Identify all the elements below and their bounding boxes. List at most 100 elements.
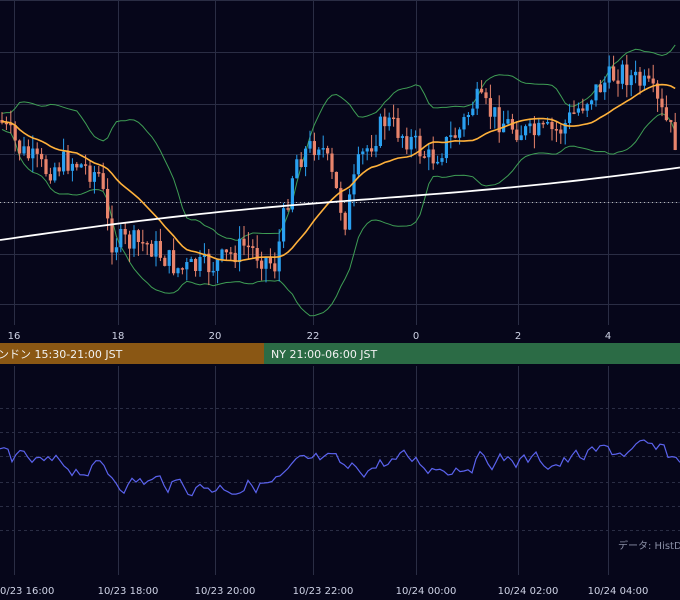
candle-body <box>638 71 642 86</box>
candle-body <box>35 148 39 154</box>
candle-body <box>343 212 347 230</box>
indicator-line <box>0 439 680 497</box>
candle-body <box>295 159 299 179</box>
indicator-x-tick-label: 10/23 20:00 <box>195 586 256 597</box>
candle-body <box>238 238 242 263</box>
candle-body <box>422 156 426 158</box>
candle-body <box>581 108 585 111</box>
candle-body <box>480 88 484 93</box>
candle-body <box>444 136 448 159</box>
indicator-grid <box>0 366 680 575</box>
candle-body <box>229 252 233 254</box>
candle-body <box>13 125 17 141</box>
candle-body <box>634 71 638 76</box>
indicator-x-tick-label: 10/23 22:00 <box>293 586 354 597</box>
candle-body <box>198 256 202 271</box>
candle-body <box>365 148 369 152</box>
candle-body <box>405 136 409 150</box>
candle-body <box>84 164 88 166</box>
candle-body <box>515 129 519 141</box>
candle-body <box>334 171 338 189</box>
candle-body <box>427 149 431 158</box>
candle-body <box>378 116 382 146</box>
candle-body <box>123 228 127 235</box>
candle-body <box>150 243 154 257</box>
candle-body <box>66 151 70 171</box>
candle-body <box>70 163 74 171</box>
candle-body <box>57 167 61 172</box>
candle-body <box>286 208 290 210</box>
candle-body <box>594 84 598 101</box>
candle-body <box>326 148 330 154</box>
candle-body <box>361 151 365 155</box>
chart-canvas: 16 18 20 22 0 2 4 ンドン 15:30-21:00 JST NY 21:00… <box>0 0 680 597</box>
candle-body <box>154 241 158 257</box>
candle-body <box>304 148 308 167</box>
indicator-x-tick-label: 10/24 00:00 <box>396 586 457 597</box>
x-tick-label: 0 <box>413 331 419 342</box>
candle-body <box>568 112 572 124</box>
candle-body <box>647 75 651 79</box>
candle-body <box>48 174 52 181</box>
candle-body <box>620 64 624 84</box>
candle-body <box>440 158 444 162</box>
candle-body <box>642 75 646 86</box>
candle-body <box>180 268 184 270</box>
candle-body <box>251 246 255 249</box>
candle-body <box>664 107 668 121</box>
price-grid <box>0 0 680 325</box>
candle-body <box>453 135 457 138</box>
price-x-axis: 16 18 20 22 0 2 4 <box>8 331 612 342</box>
candle-body <box>246 245 250 248</box>
candle-body <box>607 66 611 83</box>
candle-body <box>392 117 396 120</box>
candle-body <box>524 126 528 136</box>
candle-body <box>519 135 523 141</box>
candle-body <box>53 167 57 181</box>
indicator-x-tick-label: 10/24 04:00 <box>588 586 649 597</box>
candle-body <box>189 258 193 263</box>
candle-body <box>260 260 264 269</box>
x-tick-label: 4 <box>605 331 611 342</box>
candle-body <box>546 121 550 124</box>
candle-body <box>299 159 303 167</box>
candle-body <box>356 154 360 175</box>
candle-body <box>158 241 162 258</box>
candle-body <box>167 250 171 266</box>
candle-body <box>282 208 286 242</box>
candle-body <box>141 242 145 244</box>
candle-body <box>216 259 220 271</box>
indicator-x-tick-label: 10/23 18:00 <box>98 586 159 597</box>
candle-body <box>629 75 633 86</box>
candle-body <box>458 129 462 138</box>
candle-body <box>475 88 479 109</box>
candle-body <box>224 249 228 253</box>
candle-body <box>114 247 118 253</box>
candle-body <box>554 129 558 131</box>
candle-body <box>673 122 677 150</box>
candle-body <box>669 120 673 123</box>
candle-body <box>26 146 30 159</box>
candle-body <box>18 140 22 154</box>
candle-body <box>136 230 140 243</box>
candle-body <box>62 151 66 172</box>
candlesticks <box>0 54 677 286</box>
indicator-x-tick-label: 10/24 02:00 <box>498 586 559 597</box>
candle-body <box>651 78 655 84</box>
candle-body <box>370 148 374 152</box>
candle-body <box>484 92 488 99</box>
candle-body <box>537 122 541 136</box>
candle-body <box>185 262 189 270</box>
candle-body <box>317 149 321 156</box>
candle-body <box>242 238 246 246</box>
candle-body <box>220 249 224 260</box>
candle-body <box>616 80 620 84</box>
indicator-x-tick-label: 10/23 16:00 <box>0 586 54 597</box>
candle-body <box>321 148 325 150</box>
candle-body <box>396 118 400 138</box>
candle-body <box>471 108 475 116</box>
candle-body <box>106 188 110 219</box>
candle-body <box>383 116 387 127</box>
candle-body <box>264 257 268 269</box>
x-tick-label: 16 <box>8 331 21 342</box>
